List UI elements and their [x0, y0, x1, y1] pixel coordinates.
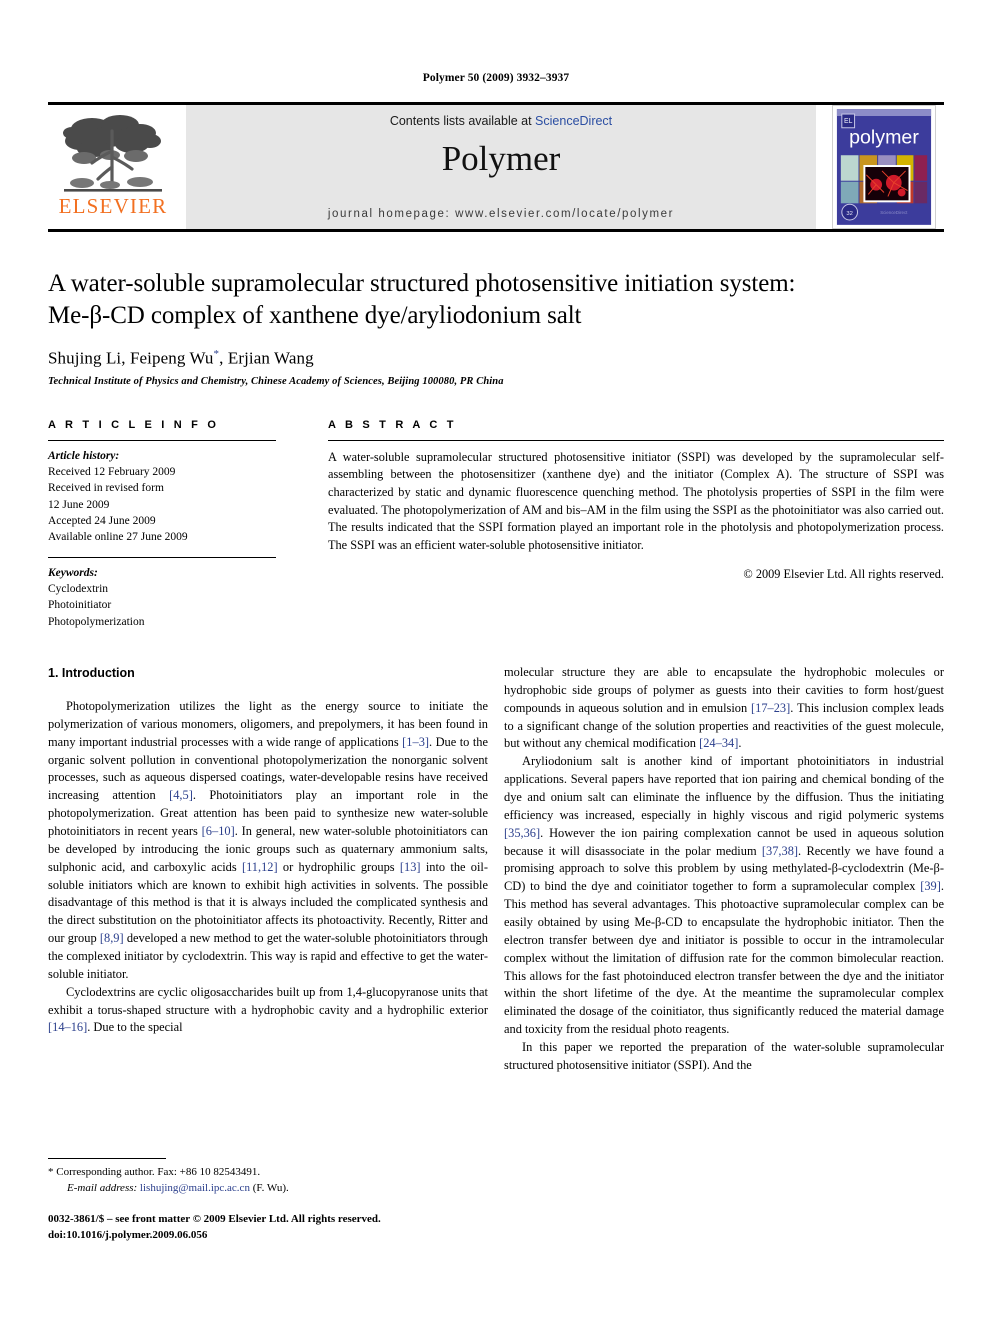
- left-column-paragraphs: Photopolymerization utilizes the light a…: [48, 698, 488, 1037]
- citation-reference[interactable]: [39]: [920, 879, 941, 893]
- footnote-rule: [48, 1158, 166, 1159]
- paragraph-text: or hydrophilic groups: [277, 859, 400, 874]
- keyword-item: Photoinitiator: [48, 599, 112, 612]
- citation-reference[interactable]: [35,36]: [504, 826, 540, 840]
- title-line-1: A water-soluble supramolecular structure…: [48, 270, 796, 297]
- svg-text:polymer: polymer: [849, 126, 919, 148]
- citation-reference[interactable]: [11,12]: [242, 860, 278, 874]
- history-item: Accepted 24 June 2009: [48, 514, 156, 527]
- affiliation: Technical Institute of Physics and Chemi…: [48, 375, 504, 387]
- body-paragraph: molecular structure they are able to enc…: [504, 664, 944, 753]
- paragraph-text: . This method has several advantages. Th…: [504, 879, 944, 1037]
- authors-tail: , Erjian Wang: [219, 348, 314, 368]
- sciencedirect-link[interactable]: ScienceDirect: [535, 114, 612, 128]
- journal-homepage-link[interactable]: journal homepage: www.elsevier.com/locat…: [186, 208, 816, 220]
- journal-cover-block: EL polymer 32 ScienceDirect: [824, 105, 944, 229]
- keywords-block: Keywords: Cyclodextrin Photoinitiator Ph…: [48, 556, 276, 630]
- citation-reference[interactable]: [17–23]: [751, 701, 790, 715]
- page-title: A water-soluble supramolecular structure…: [48, 268, 944, 332]
- keyword-item: Photopolymerization: [48, 615, 145, 628]
- footnote-email-line: E-mail address: lishujing@mail.ipc.ac.cn…: [48, 1181, 488, 1197]
- elsevier-tree-icon: [63, 115, 162, 192]
- article-info-heading: A R T I C L E I N F O: [48, 418, 220, 431]
- section-heading-introduction: 1. Introduction: [48, 665, 135, 680]
- contents-prefix-text: Contents lists available at: [389, 114, 536, 128]
- email-link[interactable]: lishujing@mail.ipc.ac.cn: [140, 1182, 250, 1194]
- right-column-paragraphs: molecular structure they are able to enc…: [504, 664, 944, 1075]
- history-item: 12 June 2009: [48, 498, 110, 511]
- info-abstract-section: A R T I C L E I N F O Article history: R…: [48, 419, 944, 630]
- abstract-text: A water-soluble supramolecular structure…: [328, 449, 944, 553]
- paragraph-text: Cyclodextrins are cyclic oligosaccharide…: [48, 984, 488, 1017]
- title-line-2: Me-β-CD complex of xanthene dye/aryliodo…: [48, 302, 582, 329]
- email-owner: (F. Wu).: [252, 1181, 289, 1194]
- history-item: Available online 27 June 2009: [48, 531, 188, 544]
- email-address-label: E-mail address:: [67, 1181, 138, 1194]
- title-block: A water-soluble supramolecular structure…: [48, 268, 944, 387]
- citation-reference[interactable]: [24–34]: [699, 736, 738, 750]
- body-column-right: molecular structure they are able to enc…: [504, 664, 944, 1075]
- citation-reference[interactable]: [8,9]: [100, 931, 124, 945]
- abstract-copyright: © 2009 Elsevier Ltd. All rights reserved…: [743, 566, 944, 581]
- corresponding-author-footnote: * Corresponding author. Fax: +86 10 8254…: [48, 1158, 488, 1197]
- journal-cover-thumbnail-icon: EL polymer 32 ScienceDirect: [832, 105, 936, 229]
- body-paragraph: Cyclodextrins are cyclic oligosaccharide…: [48, 984, 488, 1038]
- running-head: Polymer 50 (2009) 3932–3937: [422, 72, 570, 84]
- paragraph-text: Aryliodonium salt is another kind of imp…: [504, 754, 944, 822]
- journal-title: Polymer: [441, 139, 561, 178]
- journal-band: Contents lists available at ScienceDirec…: [186, 105, 816, 229]
- contents-available-line: Contents lists available at ScienceDirec…: [390, 114, 612, 128]
- masthead-bottom-rule: [48, 229, 944, 232]
- paragraph-text: . Due to the special: [87, 1020, 183, 1035]
- body-paragraph: In this paper we reported the preparatio…: [504, 1039, 944, 1075]
- article-history-label: Article history:: [48, 449, 120, 462]
- body-column-left: 1. Introduction Photopolymerization util…: [48, 664, 488, 1075]
- citation-reference[interactable]: [1–3]: [402, 735, 429, 749]
- history-item: Received in revised form: [48, 482, 164, 495]
- body-paragraph: Aryliodonium salt is another kind of imp…: [504, 753, 944, 1039]
- author-list: Shujing Li, Feipeng Wu*, Erjian Wang: [48, 348, 944, 369]
- paragraph-text: .: [738, 736, 742, 751]
- footnote-corresponding-line: * Corresponding author. Fax: +86 10 8254…: [48, 1166, 261, 1178]
- abstract-heading: A B S T R A C T: [328, 418, 457, 431]
- svg-text:ScienceDirect: ScienceDirect: [880, 210, 908, 215]
- article-info-column: A R T I C L E I N F O Article history: R…: [48, 419, 276, 630]
- svg-text:32: 32: [846, 211, 853, 217]
- keyword-item: Cyclodextrin: [48, 582, 109, 595]
- citation-reference[interactable]: [4,5]: [169, 788, 193, 802]
- paper-page: Polymer 50 (2009) 3932–3937 ELSEVIER Con…: [0, 0, 992, 1323]
- journal-masthead: ELSEVIER Contents lists available at Sci…: [48, 102, 944, 229]
- citation-reference[interactable]: [14–16]: [48, 1020, 87, 1034]
- page-footer: 0032-3861/$ – see front matter © 2009 El…: [48, 1212, 648, 1244]
- elsevier-wordmark: ELSEVIER: [58, 194, 168, 218]
- article-history-block: Article history: Received 12 February 20…: [48, 441, 276, 546]
- keywords-label: Keywords:: [48, 566, 98, 579]
- body-paragraph: Photopolymerization utilizes the light a…: [48, 698, 488, 984]
- abstract-column: A B S T R A C T A water-soluble supramol…: [328, 419, 944, 630]
- citation-reference[interactable]: [37,38]: [762, 844, 798, 858]
- body-columns: 1. Introduction Photopolymerization util…: [48, 664, 944, 1075]
- paragraph-text: In this paper we reported the preparatio…: [504, 1039, 944, 1072]
- citation-reference[interactable]: [13]: [400, 860, 421, 874]
- footer-front-matter: 0032-3861/$ – see front matter © 2009 El…: [48, 1213, 381, 1225]
- footer-doi: doi:10.1016/j.polymer.2009.06.056: [48, 1228, 208, 1241]
- elsevier-publisher-logo: ELSEVIER: [48, 105, 178, 229]
- svg-text:EL: EL: [844, 118, 853, 125]
- history-item: Received 12 February 2009: [48, 465, 176, 478]
- citation-reference[interactable]: [6–10]: [202, 824, 235, 838]
- authors-main: Shujing Li, Feipeng Wu: [48, 348, 214, 368]
